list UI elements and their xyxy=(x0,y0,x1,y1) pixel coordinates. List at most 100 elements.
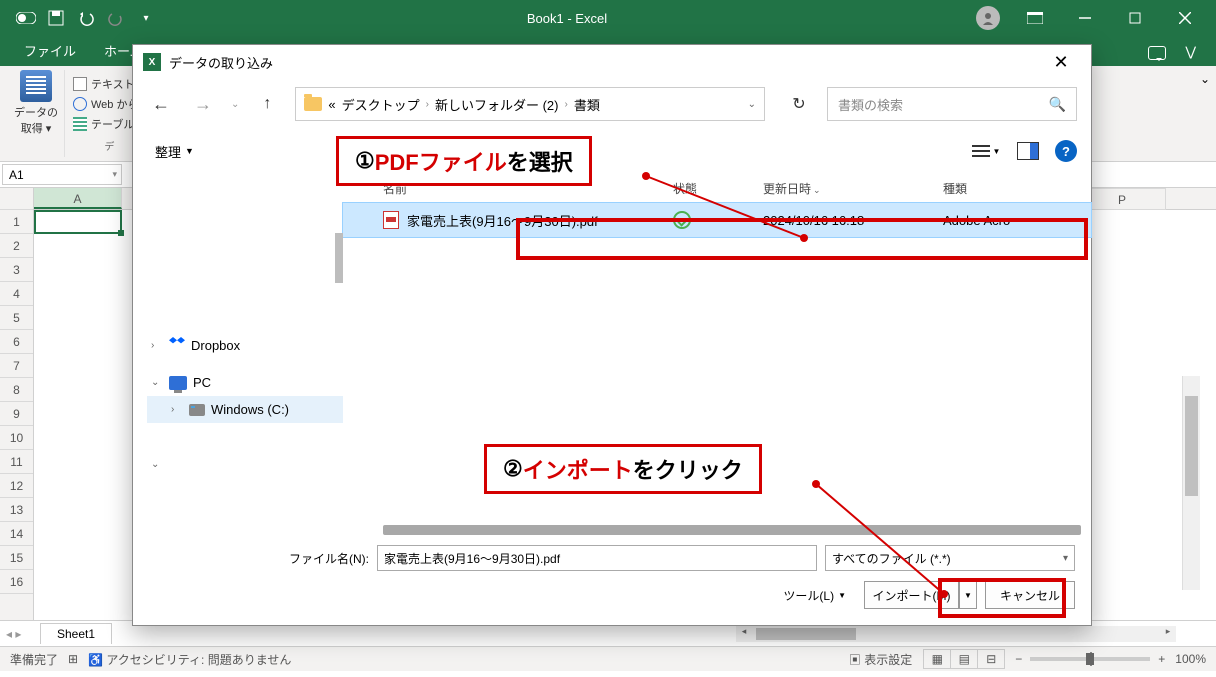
tree-item-drive-c[interactable]: › Windows (C:) xyxy=(147,396,343,423)
import-button[interactable]: インポート(M) xyxy=(864,581,959,609)
qat-more-icon[interactable]: ▾ xyxy=(134,6,158,30)
row-header[interactable]: 9 xyxy=(0,402,33,426)
row-header[interactable]: 14 xyxy=(0,522,33,546)
cancel-button[interactable]: キャンセル xyxy=(985,581,1075,609)
zoom-out-icon[interactable]: − xyxy=(1015,652,1022,666)
page-layout-icon[interactable]: ▤ xyxy=(950,649,978,669)
breadcrumb-overflow[interactable]: « xyxy=(328,97,335,112)
chevron-right-icon: › xyxy=(151,340,163,351)
status-ready: 準備完了 xyxy=(10,651,58,668)
name-box[interactable]: A1 xyxy=(2,164,122,185)
undo-icon[interactable] xyxy=(74,6,98,30)
ribbon-pin-icon[interactable]: ⌄ xyxy=(1200,72,1210,86)
chevron-right-icon: › xyxy=(171,404,183,415)
search-input[interactable]: 書類の検索 🔍 xyxy=(827,87,1077,121)
column-type[interactable]: 種類 xyxy=(943,180,1053,197)
organize-menu[interactable]: 整理 ▼ xyxy=(147,138,202,165)
chevron-right-icon: › xyxy=(426,99,429,110)
row-header[interactable]: 2 xyxy=(0,234,33,258)
row-header[interactable]: 7 xyxy=(0,354,33,378)
nav-history-icon[interactable]: ⌄ xyxy=(231,99,239,110)
breadcrumb[interactable]: « デスクトップ › 新しいフォルダー (2) › 書類 ⌄ xyxy=(295,87,765,121)
row-header[interactable]: 6 xyxy=(0,330,33,354)
horizontal-scrollbar[interactable]: ◂▸ xyxy=(736,626,1176,642)
share-icon[interactable] xyxy=(1148,46,1166,60)
file-row-selected[interactable]: 家電売上表(9月16～9月30日).pdf 2024/10/16 16:18 A… xyxy=(343,203,1091,237)
view-mode-menu[interactable]: ▼ xyxy=(971,140,1001,162)
dropbox-icon xyxy=(169,337,185,353)
close-button[interactable] xyxy=(1162,0,1208,36)
sheet-tab[interactable]: Sheet1 xyxy=(40,623,112,644)
breadcrumb-dropdown-icon[interactable]: ⌄ xyxy=(748,99,756,110)
row-header[interactable]: 13 xyxy=(0,498,33,522)
vertical-scrollbar[interactable] xyxy=(1182,376,1200,590)
row-header[interactable]: 8 xyxy=(0,378,33,402)
splitter-handle[interactable] xyxy=(335,233,343,283)
chevron-right-icon: › xyxy=(565,99,568,110)
maximize-button[interactable] xyxy=(1112,0,1158,36)
list-h-scrollbar[interactable] xyxy=(383,525,1081,535)
ribbon-collapse-icon[interactable]: ⋁ xyxy=(1185,44,1196,60)
filename-input[interactable] xyxy=(377,545,817,571)
normal-view-icon[interactable]: ▦ xyxy=(923,649,951,669)
help-icon[interactable]: ? xyxy=(1055,140,1077,162)
tab-file[interactable]: ファイル xyxy=(10,35,90,66)
row-header[interactable]: 3 xyxy=(0,258,33,282)
tree-item-collapsed[interactable]: ⌄ xyxy=(147,453,343,476)
file-name: 家電売上表(9月16～9月30日).pdf xyxy=(407,211,598,230)
excel-app-icon: X xyxy=(143,53,161,71)
annotation-callout-1: ① PDFファイル を選択 xyxy=(336,136,592,186)
column-status[interactable]: 状態 xyxy=(673,180,763,197)
nav-up-icon[interactable]: ↑ xyxy=(253,95,281,113)
import-dropdown[interactable]: ▼ xyxy=(959,581,977,609)
zoom-in-icon[interactable]: + xyxy=(1158,652,1165,666)
sheet-nav[interactable]: ◂ ▸ xyxy=(6,627,21,641)
save-icon[interactable] xyxy=(44,6,68,30)
row-header[interactable]: 16 xyxy=(0,570,33,594)
row-header[interactable]: 11 xyxy=(0,450,33,474)
autosave-toggle[interactable] xyxy=(14,6,38,30)
search-placeholder: 書類の検索 xyxy=(838,95,903,114)
row-header[interactable]: 5 xyxy=(0,306,33,330)
tree-item-dropbox[interactable]: › Dropbox xyxy=(147,331,343,359)
column-header[interactable]: A xyxy=(34,188,122,209)
filename-label: ファイル名(N): xyxy=(149,550,369,567)
row-header[interactable]: 1 xyxy=(0,210,33,234)
breadcrumb-item[interactable]: デスクトップ xyxy=(342,95,420,114)
callout-2-num: ② xyxy=(503,456,523,482)
sync-ok-icon xyxy=(673,211,691,229)
tree-item-pc[interactable]: ⌄ PC xyxy=(147,369,343,396)
accessibility-status[interactable]: ♿ アクセシビリティ: 問題ありません xyxy=(88,651,291,668)
row-header[interactable]: 15 xyxy=(0,546,33,570)
user-avatar[interactable] xyxy=(976,6,1000,30)
zoom-level[interactable]: 100% xyxy=(1175,652,1206,666)
filetype-select[interactable]: すべてのファイル (*.*) xyxy=(825,545,1075,571)
chevron-down-icon: ⌄ xyxy=(151,459,163,470)
page-break-icon[interactable]: ⊟ xyxy=(977,649,1005,669)
display-settings[interactable]: ▣ 表示設定 xyxy=(849,651,912,668)
row-header[interactable]: 12 xyxy=(0,474,33,498)
nav-forward-icon[interactable]: → xyxy=(189,94,217,115)
ribbon-display-icon[interactable] xyxy=(1012,0,1058,36)
minimize-button[interactable] xyxy=(1062,0,1108,36)
nav-back-icon[interactable]: ← xyxy=(147,94,175,115)
annotation-callout-2: ② インポート をクリック xyxy=(484,444,762,494)
row-header[interactable]: 4 xyxy=(0,282,33,306)
callout-2-black: をクリック xyxy=(633,453,743,485)
select-all-corner[interactable] xyxy=(0,188,33,210)
tools-menu[interactable]: ツール(L) ▼ xyxy=(783,587,846,604)
breadcrumb-item[interactable]: 書類 xyxy=(574,95,600,114)
get-data-icon xyxy=(20,70,52,102)
column-date[interactable]: 更新日時⌄ xyxy=(763,180,943,197)
tree-label: PC xyxy=(193,375,211,390)
pc-icon xyxy=(169,376,187,390)
get-data-button[interactable]: データの 取得 ▾ xyxy=(14,70,58,136)
macro-rec-icon[interactable]: ⊞ xyxy=(68,652,78,666)
redo-icon[interactable] xyxy=(104,6,128,30)
preview-pane-toggle[interactable] xyxy=(1013,140,1043,162)
breadcrumb-item[interactable]: 新しいフォルダー (2) xyxy=(435,95,559,114)
zoom-slider[interactable] xyxy=(1030,657,1150,661)
row-header[interactable]: 10 xyxy=(0,426,33,450)
refresh-icon[interactable]: ↻ xyxy=(785,94,813,114)
dialog-close-button[interactable]: ✕ xyxy=(1041,52,1081,73)
